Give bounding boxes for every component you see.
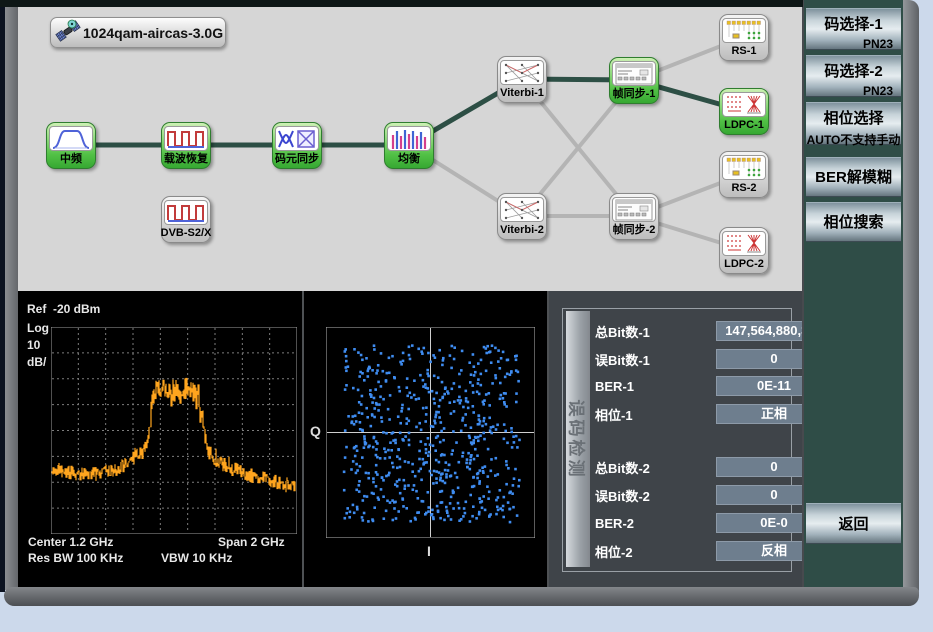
node-label: RS-2	[731, 180, 756, 197]
signal-source-button[interactable]: 1024qam-aircas-3.0G	[50, 17, 226, 48]
i-axis-label: I	[427, 543, 431, 559]
trellis-icon	[500, 197, 544, 222]
equalizer-bars-icon	[387, 126, 431, 151]
node-label: 帧同步-1	[613, 86, 656, 103]
eye-diagram-icon	[275, 126, 319, 151]
span-label: Span 2 GHz	[218, 535, 285, 549]
spectrum-display: Ref -20 dBm Log 10 dB/ Center 1.2 GHz Sp…	[18, 291, 302, 587]
scale-label-log: Log	[27, 321, 49, 335]
node-rs-2[interactable]: RS-2	[719, 151, 769, 198]
frame-window-icon	[612, 61, 656, 86]
app-window: 1024qam-aircas-3.0G 中频 载波恢复 DVB-S2/X	[0, 0, 933, 632]
ref-level-label: Ref -20 dBm	[27, 302, 100, 316]
back-button[interactable]: 返回	[806, 503, 901, 544]
ldpc-decoder-icon	[722, 231, 766, 256]
node-if[interactable]: 中频	[46, 122, 96, 169]
frame-window-icon	[612, 197, 656, 222]
node-ldpc-1[interactable]: LDPC-1	[719, 88, 769, 135]
phase-search-button[interactable]: 相位搜索	[806, 202, 901, 242]
scale-label-10: 10	[27, 338, 40, 352]
node-rs-1[interactable]: RS-1	[719, 14, 769, 61]
window-frame-right	[903, 0, 919, 600]
sidebar: 码选择-1 PN23 码选择-2 PN23 相位选择 AUTO不支持手动 BER…	[802, 0, 903, 587]
node-ldpc-2[interactable]: LDPC-2	[719, 227, 769, 274]
node-carrier-recovery[interactable]: 载波恢复	[161, 122, 211, 169]
rbw-label: Res BW 100 KHz	[28, 551, 123, 565]
node-label: LDPC-1	[724, 117, 764, 134]
node-viterbi-2[interactable]: Viterbi-2	[497, 193, 547, 240]
node-symbol-sync[interactable]: 码元同步	[272, 122, 322, 169]
square-wave-icon	[164, 200, 208, 225]
if-spectrum-icon	[49, 126, 93, 151]
ldpc-decoder-icon	[722, 92, 766, 117]
vbw-label: VBW 10 KHz	[161, 551, 232, 565]
satellite-icon	[55, 17, 81, 48]
signal-source-label: 1024qam-aircas-3.0G	[83, 25, 223, 41]
square-wave-icon	[164, 126, 208, 151]
node-label: LDPC-2	[724, 256, 764, 273]
node-viterbi-1[interactable]: Viterbi-1	[497, 56, 547, 103]
code-select-1-button[interactable]: 码选择-1 PN23	[806, 8, 901, 50]
node-label: DVB-S2/X	[161, 225, 212, 242]
constellation-plot	[326, 327, 535, 538]
node-label: RS-1	[731, 43, 756, 60]
spectrum-plot	[51, 327, 297, 534]
demod-flow-canvas: 1024qam-aircas-3.0G 中频 载波恢复 DVB-S2/X	[18, 7, 802, 294]
constellation-display: Q I	[302, 291, 549, 587]
trellis-icon	[500, 60, 544, 85]
node-label: 码元同步	[275, 151, 319, 168]
rs-decoder-icon	[722, 18, 766, 43]
ber-deambiguity-button[interactable]: BER解模糊	[806, 157, 901, 197]
code-select-2-value: PN23	[806, 84, 901, 98]
phase-select-value: AUTO不支持手动	[806, 131, 901, 148]
ber-panel: 误码检测 总Bit数-1147,564,880,320 误Bit数-10 BER…	[547, 291, 803, 587]
window-frame-left	[5, 5, 18, 590]
rs-decoder-icon	[722, 155, 766, 180]
scale-label-db: dB/	[27, 355, 46, 369]
window-frame-bottom	[4, 587, 919, 606]
ber-check-tab: 误码检测	[566, 311, 590, 567]
node-label: 中频	[60, 151, 82, 168]
node-dvb-s2x[interactable]: DVB-S2/X	[161, 196, 211, 243]
center-freq-label: Center 1.2 GHz	[28, 535, 113, 549]
code-select-2-button[interactable]: 码选择-2 PN23	[806, 55, 901, 97]
node-label: 均衡	[398, 151, 420, 168]
code-select-1-value: PN23	[806, 37, 901, 51]
node-label: 帧同步-2	[613, 222, 656, 239]
node-label: Viterbi-2	[500, 222, 544, 239]
q-axis-label: Q	[310, 423, 321, 439]
node-equalizer[interactable]: 均衡	[384, 122, 434, 169]
node-label: 载波恢复	[164, 151, 208, 168]
window-top-edge	[0, 0, 803, 7]
node-frame-sync-2[interactable]: 帧同步-2	[609, 193, 659, 240]
node-label: Viterbi-1	[500, 85, 544, 102]
phase-select-button[interactable]: 相位选择 AUTO不支持手动	[806, 102, 901, 145]
node-frame-sync-1[interactable]: 帧同步-1	[609, 57, 659, 104]
